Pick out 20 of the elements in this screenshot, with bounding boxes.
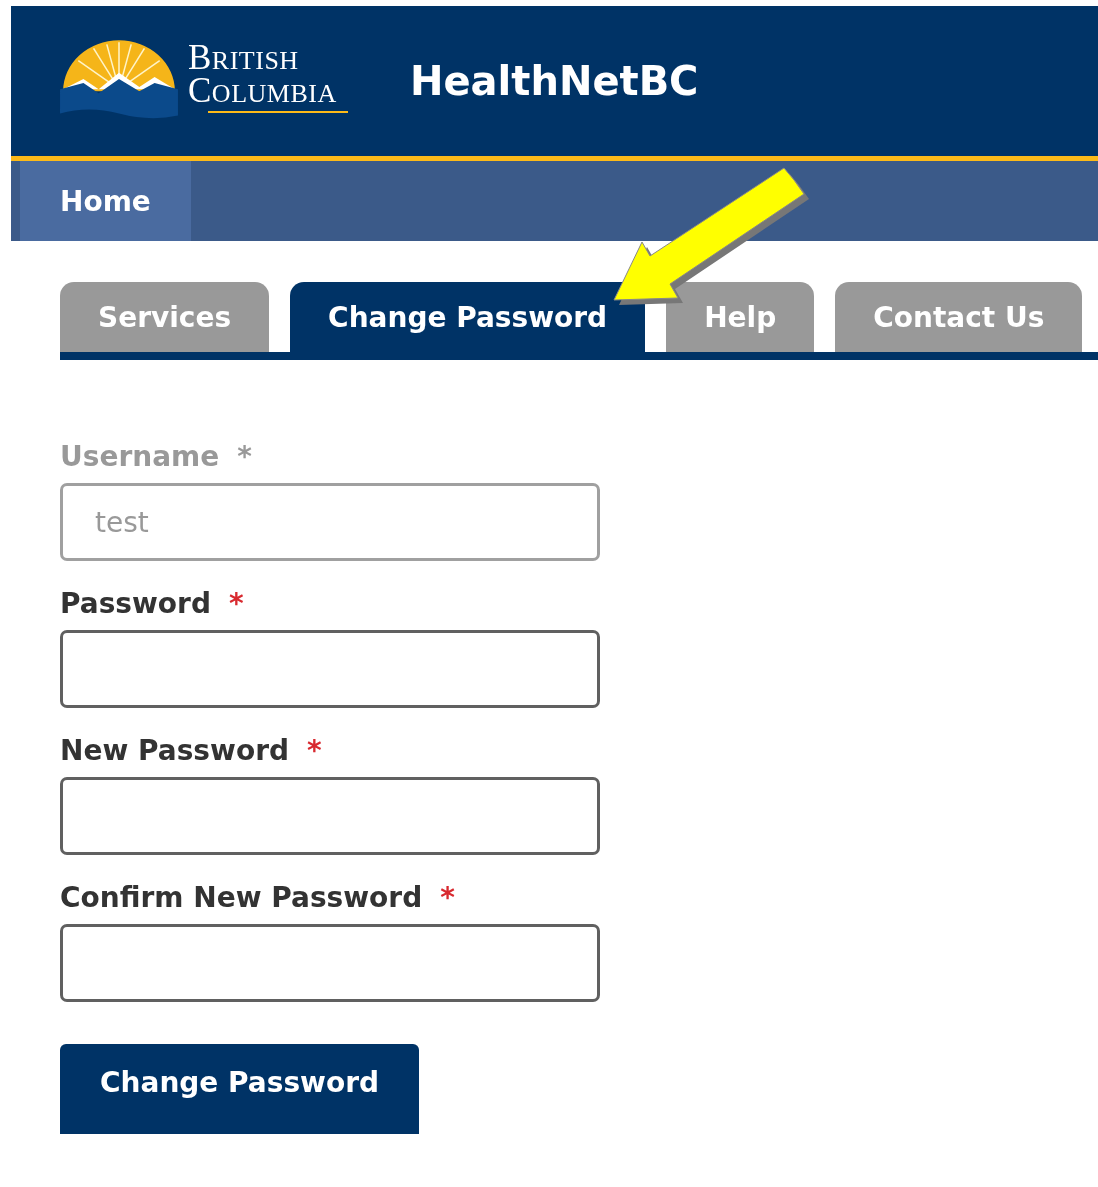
field-label: Username [60, 440, 220, 473]
logo-text: BRITISH [188, 43, 300, 76]
required-marker: * [228, 587, 244, 620]
field-label: Password [60, 587, 211, 620]
logo-text: COLUMBIA [188, 76, 338, 109]
site-title: HealthNetBC [410, 58, 699, 104]
input-field[interactable] [60, 777, 600, 855]
required-marker: * [307, 734, 322, 767]
tab[interactable]: Contact Us [835, 282, 1083, 352]
submit-button[interactable]: Change Password [60, 1044, 420, 1134]
field-label: New Password [60, 734, 289, 767]
required-marker: * [237, 440, 252, 473]
tab[interactable]: Change Password [290, 282, 646, 352]
tab[interactable]: Services [60, 282, 270, 352]
field-label: Confirm New Password [60, 881, 423, 914]
input-field[interactable] [60, 630, 600, 708]
nav-link[interactable]: Home [20, 161, 191, 241]
tab[interactable]: Help [666, 282, 815, 352]
required-marker: * [440, 881, 455, 914]
input-field[interactable] [60, 924, 600, 1002]
